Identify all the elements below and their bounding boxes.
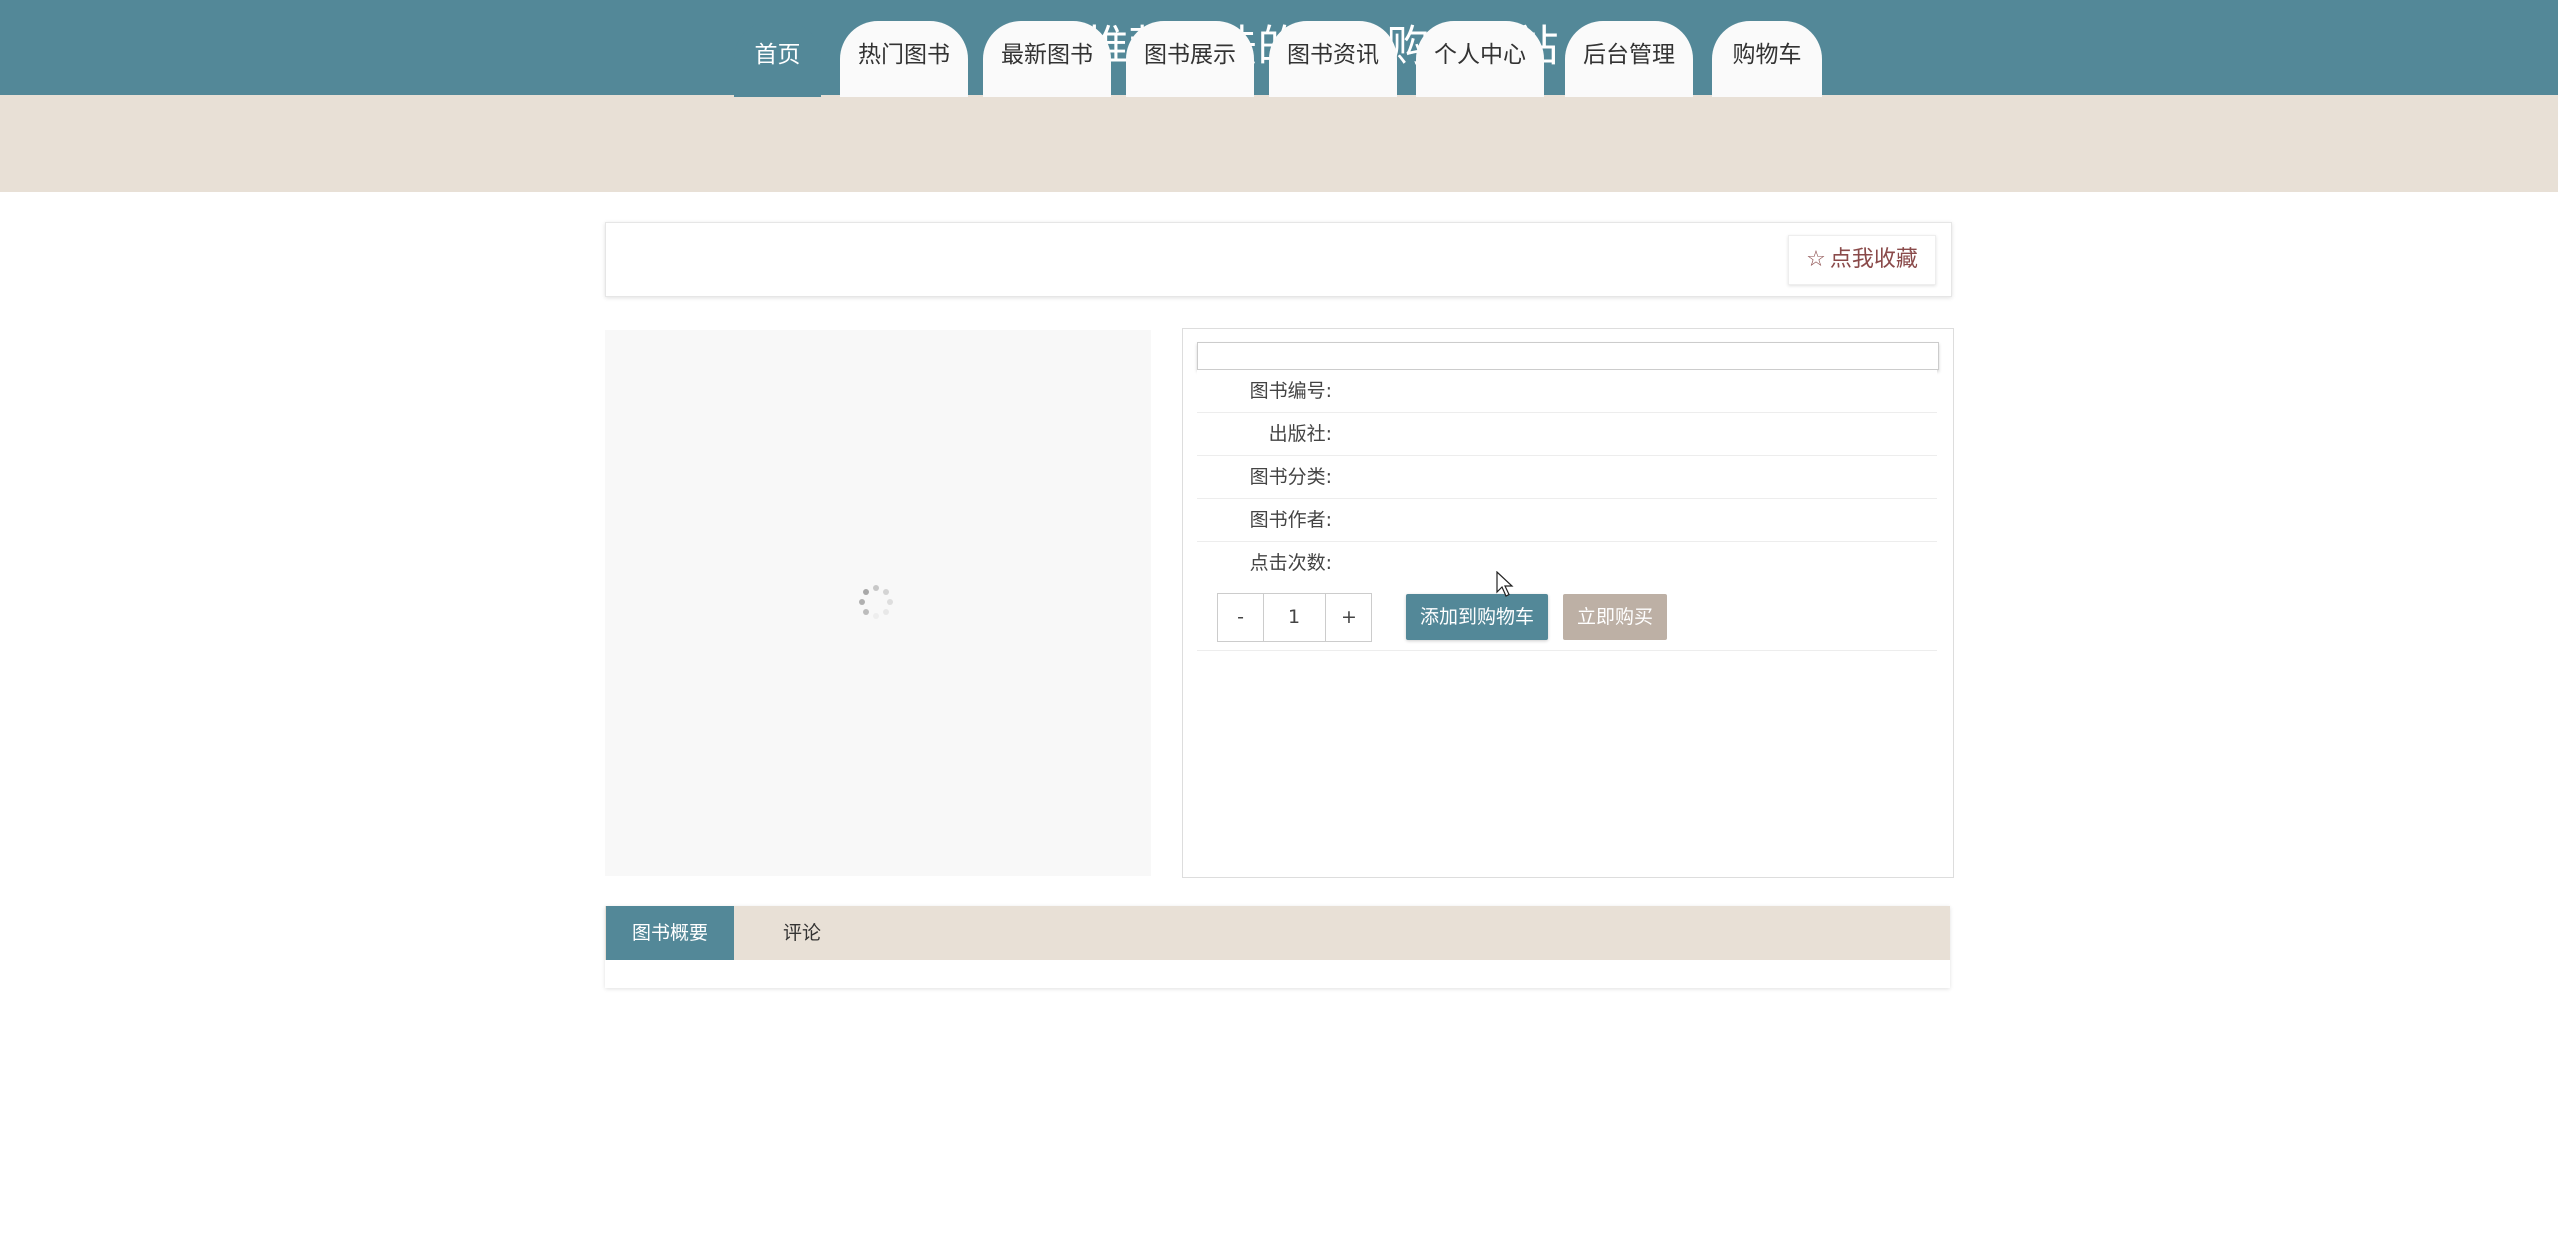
add-to-cart-button[interactable]: 添加到购物车	[1406, 594, 1548, 640]
book-title-bar	[1197, 342, 1939, 370]
quantity-stepper: - 1 +	[1217, 593, 1372, 642]
quantity-input[interactable]: 1	[1264, 594, 1324, 641]
tab-book-summary[interactable]: 图书概要	[606, 906, 734, 960]
favorite-bar	[605, 222, 1952, 297]
info-row-publisher: 出版社:	[1197, 413, 1937, 456]
star-outline-icon: ☆	[1806, 247, 1826, 272]
label-clicks: 点击次数:	[1249, 552, 1332, 574]
favorite-label: 点我收藏	[1829, 247, 1918, 272]
label-category: 图书分类:	[1249, 466, 1332, 488]
quantity-plus-button[interactable]: +	[1325, 594, 1372, 641]
main-nav	[0, 95, 2558, 192]
nav-book-news[interactable]: 图书资讯	[1269, 21, 1397, 97]
label-author: 图书作者:	[1249, 509, 1332, 531]
info-row-book-id: 图书编号:	[1197, 370, 1937, 413]
loading-spinner-icon	[859, 585, 893, 619]
nav-home[interactable]: 首页	[734, 21, 821, 97]
favorite-button[interactable]: ☆ 点我收藏	[1788, 235, 1936, 285]
mouse-cursor-icon	[1496, 571, 1514, 597]
buy-now-button[interactable]: 立即购买	[1563, 594, 1667, 640]
label-publisher: 出版社:	[1268, 423, 1332, 445]
nav-admin[interactable]: 后台管理	[1565, 21, 1693, 97]
nav-book-display[interactable]: 图书展示	[1126, 21, 1254, 97]
tab-comments[interactable]: 评论	[760, 906, 844, 960]
label-book-id: 图书编号:	[1249, 380, 1332, 402]
info-row-category: 图书分类:	[1197, 456, 1937, 499]
info-row-clicks: 点击次数:	[1197, 542, 1937, 585]
nav-new-books[interactable]: 最新图书	[983, 21, 1111, 97]
info-row-author: 图书作者:	[1197, 499, 1937, 542]
quantity-minus-button[interactable]: -	[1218, 594, 1264, 641]
nav-cart[interactable]: 购物车	[1712, 21, 1822, 97]
nav-hot-books[interactable]: 热门图书	[840, 21, 968, 97]
nav-personal-center[interactable]: 个人中心	[1416, 21, 1544, 97]
